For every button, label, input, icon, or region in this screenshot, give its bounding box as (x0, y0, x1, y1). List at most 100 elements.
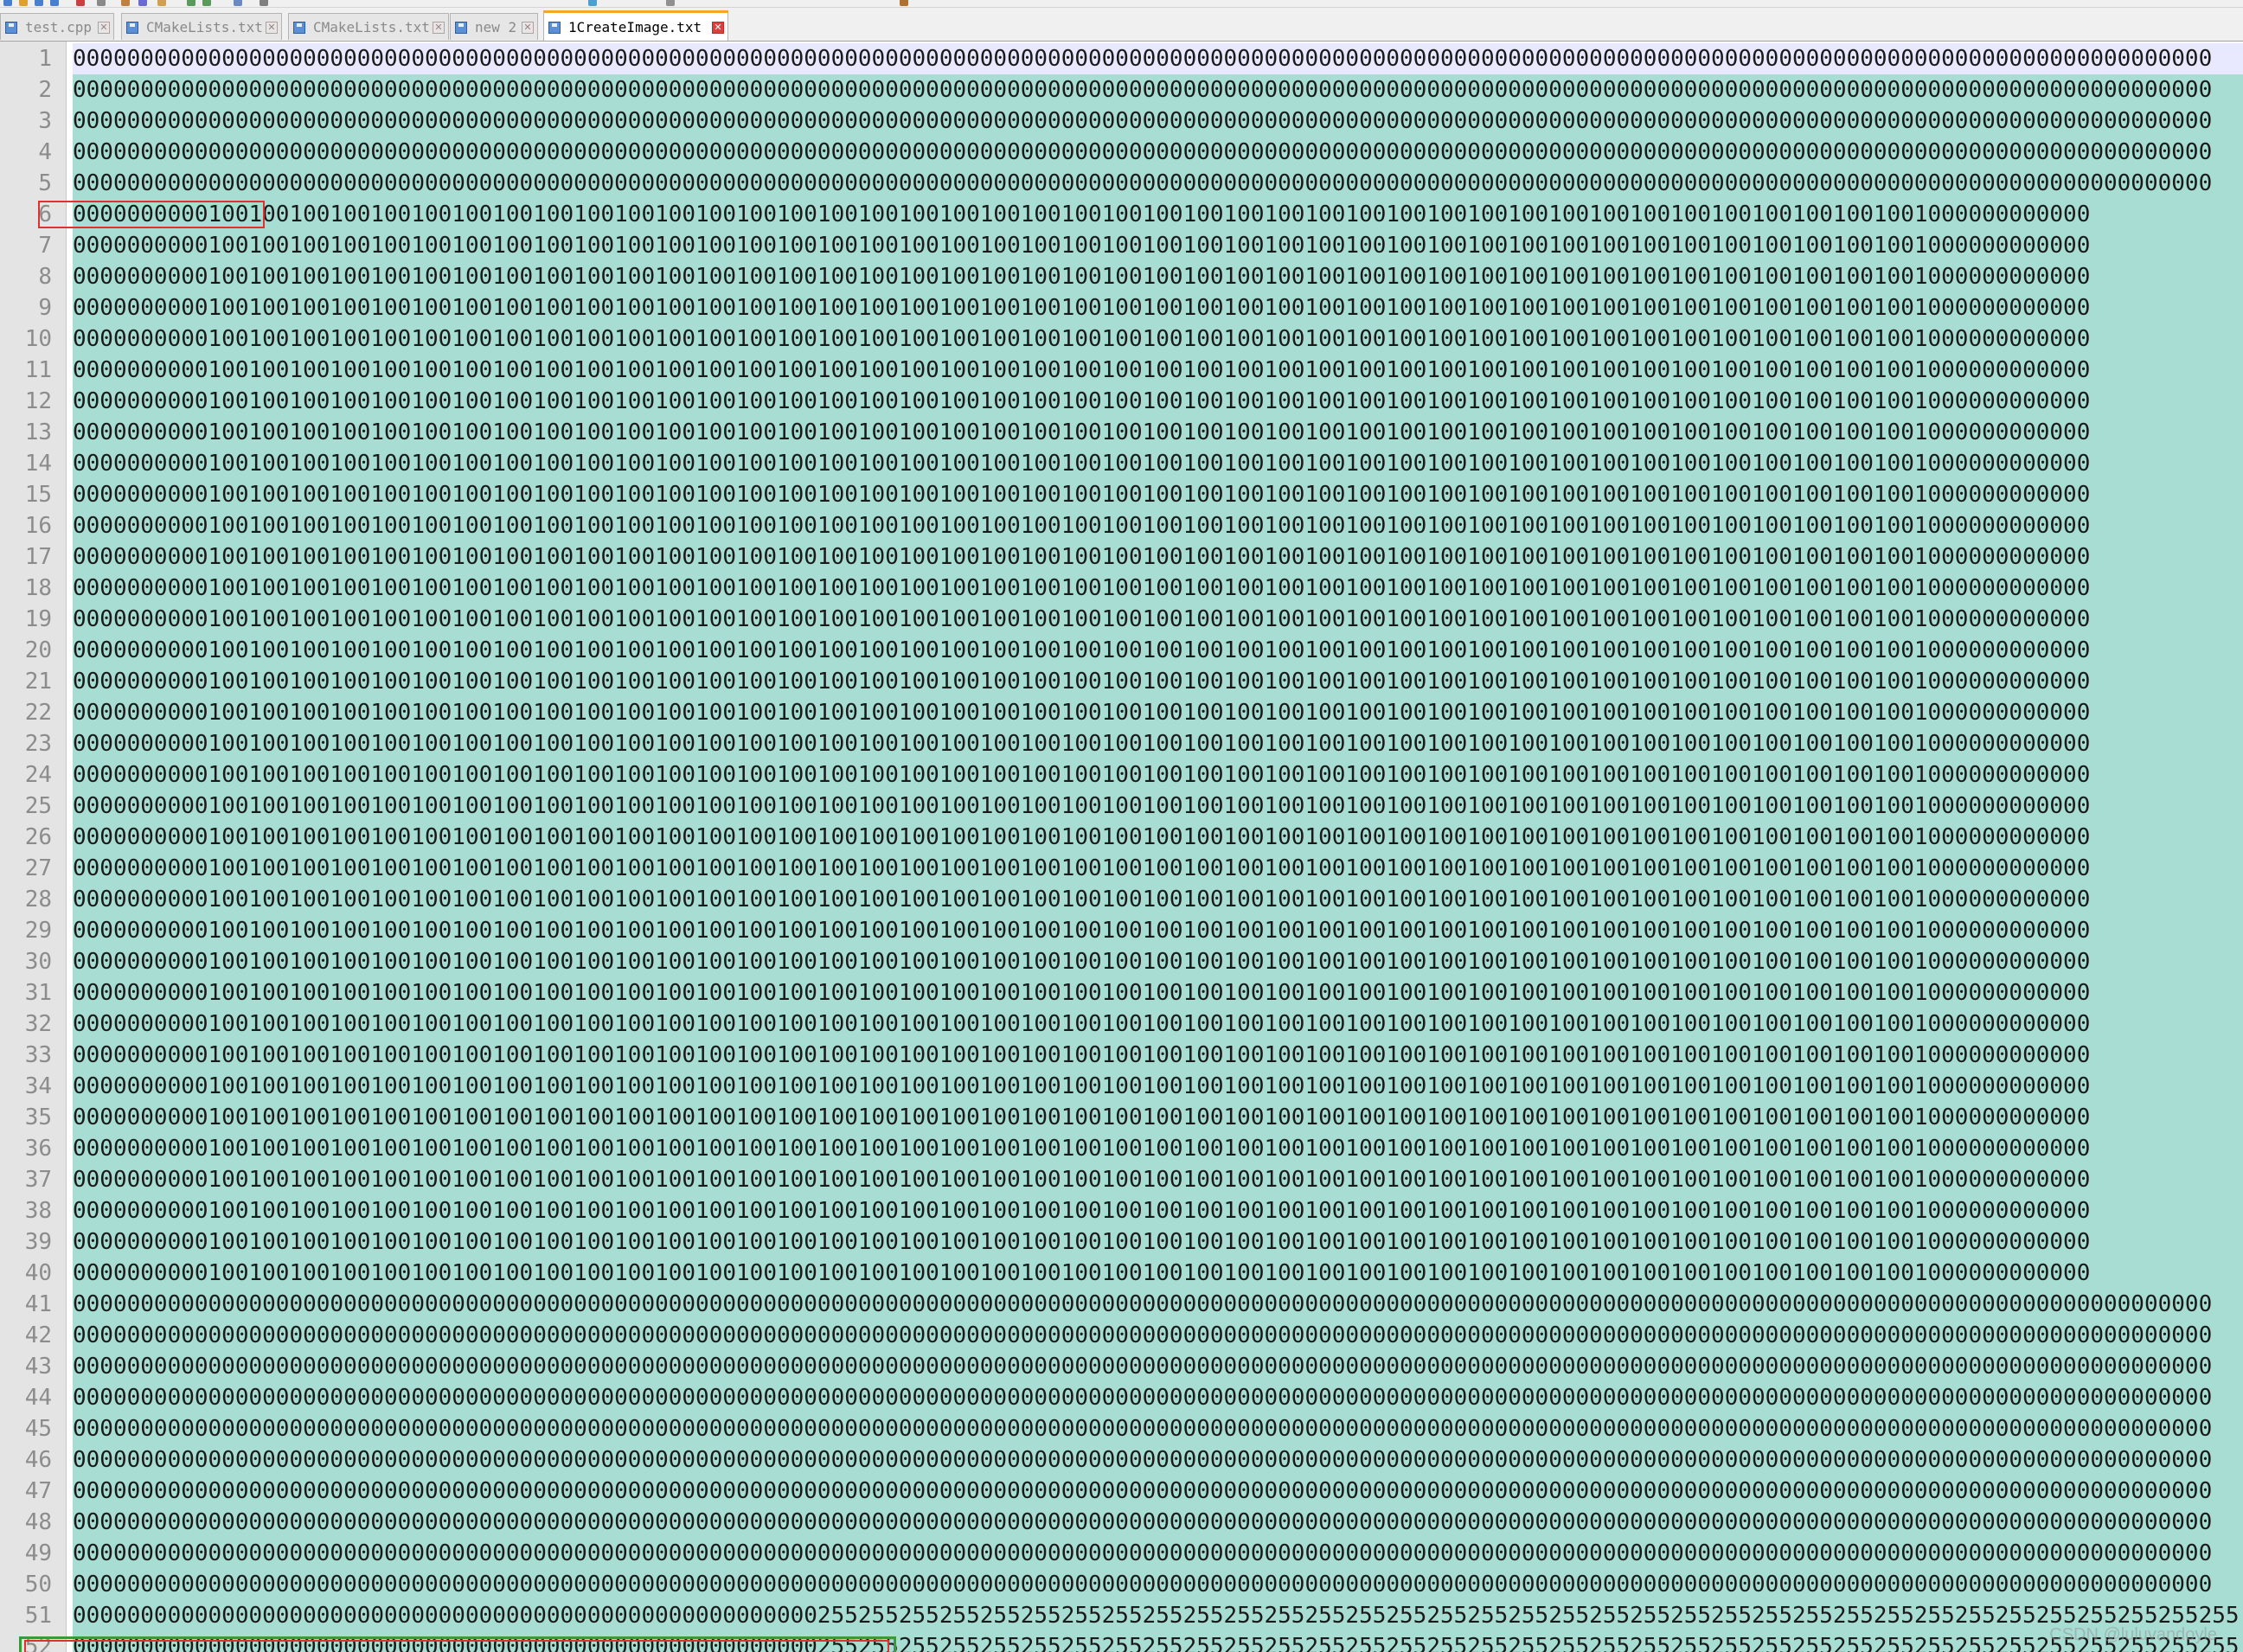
code-line[interactable]: 0000000000000000000000000000000000000000… (73, 43, 2243, 74)
line-number[interactable]: 47 (0, 1476, 52, 1507)
line-number[interactable]: 12 (0, 386, 52, 417)
code-line[interactable]: 0000000000100100100100100100100100100100… (73, 1164, 2243, 1195)
tab-2[interactable]: CMakeLists.txt ✕ (121, 13, 282, 40)
code-line[interactable]: 0000000000000000000000000000000000000000… (73, 1538, 2243, 1569)
line-number[interactable]: 9 (0, 292, 52, 323)
line-number[interactable]: 22 (0, 697, 52, 728)
line-number-gutter[interactable]: 1 2 3 4 5 6 7 8 9 10 11 12 13 14 15 16 17 18 19 20 21 22 23 24 2… (0, 42, 67, 1652)
line-number[interactable]: 46 (0, 1444, 52, 1476)
code-line[interactable]: 0000000000100100100100100100100100100100… (73, 1133, 2243, 1164)
line-number[interactable]: 39 (0, 1226, 52, 1258)
code-line[interactable]: 0000000000100100100100100100100100100100… (73, 1226, 2243, 1258)
code-line[interactable]: 0000000000100100100100100100100100100100… (73, 261, 2243, 292)
close-icon[interactable]: ✕ (522, 22, 534, 34)
tab-3[interactable]: CMakeLists.txt ✕ (288, 13, 449, 40)
code-line[interactable]: 0000000000100100100100100100100100100100… (73, 355, 2243, 386)
code-line[interactable]: 0000000000100100100100100100100100100100… (73, 791, 2243, 822)
line-number[interactable]: 45 (0, 1413, 52, 1444)
line-number[interactable]: 43 (0, 1351, 52, 1382)
close-icon[interactable]: ✕ (98, 22, 110, 34)
code-line[interactable]: 0000000000100100100100100100100100100100… (73, 759, 2243, 791)
line-number[interactable]: 30 (0, 946, 52, 977)
code-line[interactable]: 0000000000100100100100100100100100100100… (73, 199, 2243, 230)
cut-icon[interactable] (121, 0, 130, 6)
line-number[interactable]: 14 (0, 448, 52, 479)
line-number[interactable]: 5 (0, 168, 52, 199)
code-line[interactable]: 0000000000000000000000000000000000000000… (73, 1382, 2243, 1413)
code-line[interactable]: 0000000000000000000000000000000000000000… (73, 1569, 2243, 1600)
macro-icon[interactable] (900, 0, 908, 6)
line-number[interactable]: 36 (0, 1133, 52, 1164)
line-number[interactable]: 28 (0, 884, 52, 915)
line-number[interactable]: 50 (0, 1569, 52, 1600)
code-line[interactable]: 0000000000100100100100100100100100100100… (73, 479, 2243, 510)
line-number[interactable]: 32 (0, 1008, 52, 1040)
undo-icon[interactable] (187, 0, 195, 6)
line-number[interactable]: 13 (0, 417, 52, 448)
code-line[interactable]: 0000000000000000000000000000000000000000… (73, 137, 2243, 168)
code-line[interactable]: 0000000000000000000000000000000000000000… (73, 1351, 2243, 1382)
code-line[interactable]: 0000000000100100100100100100100100100100… (73, 1071, 2243, 1102)
code-line[interactable]: 0000000000100100100100100100100100100100… (73, 697, 2243, 728)
code-line[interactable]: 0000000000100100100100100100100100100100… (73, 822, 2243, 853)
line-number[interactable]: 15 (0, 479, 52, 510)
wrap-icon[interactable] (666, 0, 675, 6)
line-number[interactable]: 19 (0, 604, 52, 635)
code-line[interactable]: 0000000000000000000000000000000000000000… (73, 1476, 2243, 1507)
copy-icon[interactable] (138, 0, 147, 6)
code-line[interactable]: 0000000000000000000000000000000000000000… (73, 106, 2243, 137)
line-number[interactable]: 34 (0, 1071, 52, 1102)
code-line[interactable]: 0000000000000000000000000000000000000000… (73, 74, 2243, 106)
code-line[interactable]: 0000000000100100100100100100100100100100… (73, 884, 2243, 915)
line-number[interactable]: 2 (0, 74, 52, 106)
line-number[interactable]: 20 (0, 635, 52, 666)
code-line[interactable]: 0000000000000000000000000000000000000000… (73, 1413, 2243, 1444)
code-line[interactable]: 0000000000100100100100100100100100100100… (73, 728, 2243, 759)
paste-icon[interactable] (157, 0, 166, 6)
open-icon[interactable] (19, 0, 28, 6)
line-number[interactable]: 35 (0, 1102, 52, 1133)
line-number[interactable]: 7 (0, 230, 52, 261)
line-number[interactable]: 38 (0, 1195, 52, 1226)
line-number[interactable]: 16 (0, 510, 52, 541)
code-line[interactable]: 0000000000100100100100100100100100100100… (73, 635, 2243, 666)
line-number[interactable]: 4 (0, 137, 52, 168)
line-number[interactable]: 26 (0, 822, 52, 853)
redo-icon[interactable] (202, 0, 211, 6)
line-number[interactable]: 42 (0, 1320, 52, 1351)
code-line[interactable]: 0000000000000000000000000000000000000000… (73, 1320, 2243, 1351)
line-number[interactable]: 40 (0, 1258, 52, 1289)
save-icon[interactable] (35, 0, 43, 6)
tab-4[interactable]: new 2 ✕ (450, 13, 538, 40)
code-line[interactable]: 0000000000100100100100100100100100100100… (73, 448, 2243, 479)
line-number[interactable]: 17 (0, 541, 52, 573)
line-number[interactable]: 24 (0, 759, 52, 791)
sync-icon[interactable] (588, 0, 597, 6)
line-number[interactable]: 11 (0, 355, 52, 386)
find-icon[interactable] (234, 0, 242, 6)
code-line[interactable]: 0000000000000000000000000000000000000000… (73, 1444, 2243, 1476)
line-number[interactable]: 8 (0, 261, 52, 292)
code-line[interactable]: 0000000000100100100100100100100100100100… (73, 853, 2243, 884)
code-line[interactable]: 0000000000000000000000000000000000000000… (73, 1289, 2243, 1320)
tab-1[interactable]: test.cpp ✕ (0, 13, 114, 40)
line-number[interactable]: 3 (0, 106, 52, 137)
code-line[interactable]: 0000000000100100100100100100100100100100… (73, 946, 2243, 977)
line-number[interactable]: 21 (0, 666, 52, 697)
code-line[interactable]: 0000000000100100100100100100100100100100… (73, 541, 2243, 573)
text-area[interactable]: 0000000000000000000000000000000000000000… (67, 42, 2243, 1652)
line-number[interactable]: 44 (0, 1382, 52, 1413)
code-line[interactable]: 0000000000100100100100100100100100100100… (73, 230, 2243, 261)
code-line[interactable]: 0000000000000000000000000000000000000000… (73, 1507, 2243, 1538)
code-line[interactable]: 0000000000100100100100100100100100100100… (73, 977, 2243, 1008)
code-line[interactable]: 0000000000100100100100100100100100100100… (73, 1008, 2243, 1040)
zoom-icon[interactable] (260, 0, 268, 6)
line-number[interactable]: 33 (0, 1040, 52, 1071)
line-number[interactable]: 41 (0, 1289, 52, 1320)
editor[interactable]: 1 2 3 4 5 6 7 8 9 10 11 12 13 14 15 16 17 18 19 20 21 22 23 24 2… (0, 42, 2243, 1652)
line-number[interactable]: 31 (0, 977, 52, 1008)
code-line[interactable]: 0000000000100100100100100100100100100100… (73, 1102, 2243, 1133)
line-number[interactable]: 10 (0, 323, 52, 355)
line-number[interactable]: 27 (0, 853, 52, 884)
code-line[interactable]: 0000000000100100100100100100100100100100… (73, 417, 2243, 448)
